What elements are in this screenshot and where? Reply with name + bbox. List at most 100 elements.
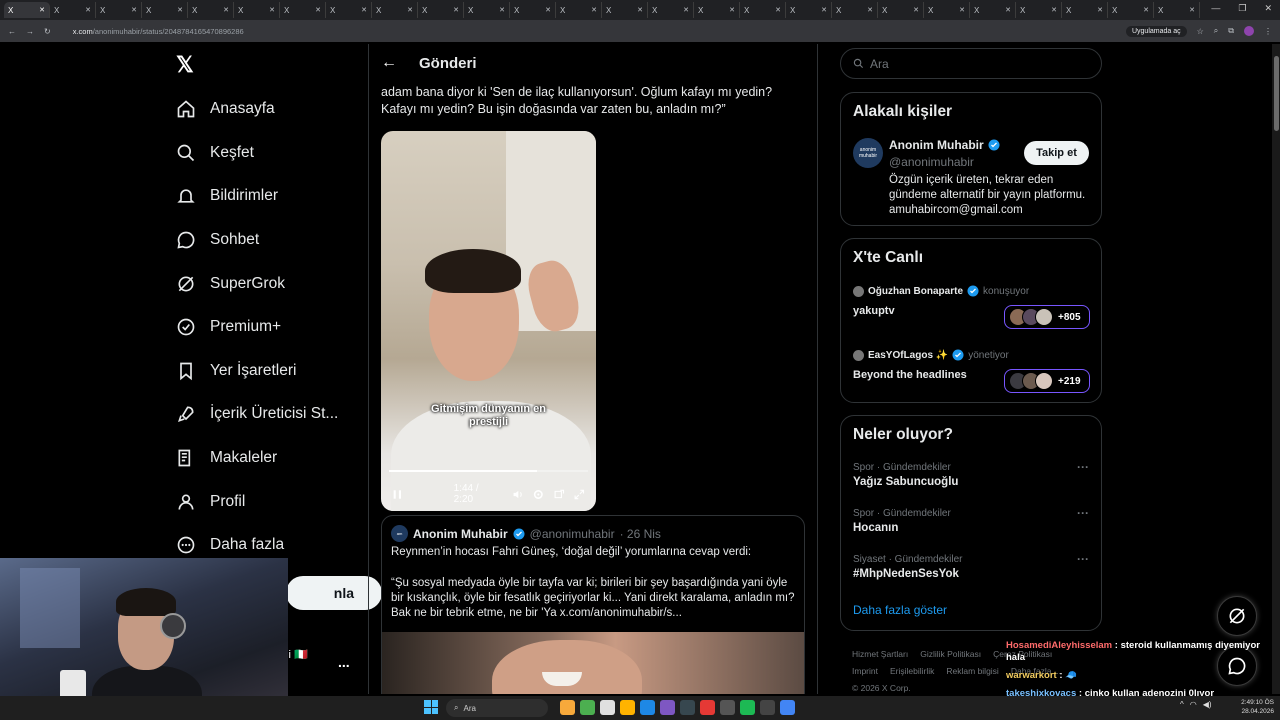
- back-arrow-icon[interactable]: ←: [381, 54, 397, 72]
- video-player[interactable]: Gitmişim dünyanın en prestijli 1:44 / 2:…: [381, 131, 596, 511]
- tab-close-icon[interactable]: ✕: [499, 6, 505, 14]
- pip-icon[interactable]: [553, 488, 566, 501]
- x-logo-icon[interactable]: 𝕏: [176, 52, 194, 78]
- reload-icon[interactable]: ↻: [44, 27, 51, 36]
- browser-tab[interactable]: X ✕: [50, 2, 96, 18]
- tab-close-icon[interactable]: ✕: [821, 6, 827, 14]
- browser-tab[interactable]: X ✕: [280, 2, 326, 18]
- browser-tab[interactable]: X ✕: [832, 2, 878, 18]
- tab-close-icon[interactable]: ✕: [177, 6, 183, 14]
- nav-item[interactable]: Anasayfa: [176, 97, 275, 121]
- scrollbar-track[interactable]: [1272, 44, 1280, 694]
- tab-close-icon[interactable]: ✕: [867, 6, 873, 14]
- nav-item[interactable]: SuperGrok: [176, 272, 285, 296]
- taskbar-app-icon[interactable]: [700, 700, 715, 715]
- menu-icon[interactable]: ⋮: [1264, 27, 1272, 36]
- tab-close-icon[interactable]: ✕: [407, 6, 413, 14]
- browser-tab[interactable]: X ✕: [602, 2, 648, 18]
- browser-tab[interactable]: X ✕: [372, 2, 418, 18]
- tab-close-icon[interactable]: ✕: [1051, 6, 1057, 14]
- windows-start-icon[interactable]: [424, 700, 438, 714]
- taskbar-app-icon[interactable]: [580, 700, 595, 715]
- browser-tab[interactable]: X ✕: [1062, 2, 1108, 18]
- live-space-title[interactable]: yakuptv: [853, 305, 895, 317]
- zoom-icon[interactable]: ⌕: [1214, 26, 1218, 36]
- browser-tab[interactable]: X ✕: [786, 2, 832, 18]
- browser-tab[interactable]: X ✕: [970, 2, 1016, 18]
- trend-item[interactable]: Spor · Gündemdekiler Hocanın: [853, 508, 951, 534]
- live-listeners-pill[interactable]: +805: [1004, 305, 1090, 329]
- browser-tab[interactable]: X ✕: [142, 2, 188, 18]
- browser-tab[interactable]: X ✕: [188, 2, 234, 18]
- back-icon[interactable]: ←: [8, 27, 16, 36]
- browser-tab[interactable]: X ✕: [418, 2, 464, 18]
- tab-close-icon[interactable]: ✕: [315, 6, 321, 14]
- taskbar-app-icon[interactable]: [640, 700, 655, 715]
- nav-item[interactable]: Premium+: [176, 315, 281, 339]
- profile-avatar[interactable]: [1244, 26, 1254, 36]
- browser-tab[interactable]: X ✕: [1016, 2, 1062, 18]
- live-listeners-pill[interactable]: +219: [1004, 369, 1090, 393]
- settings-icon[interactable]: [532, 488, 545, 501]
- taskbar-app-icon[interactable]: [760, 700, 775, 715]
- browser-tab[interactable]: X ✕: [556, 2, 602, 18]
- taskbar-clock[interactable]: 2:49:10 ÖS 28.04.2026: [1238, 698, 1274, 716]
- grok-fab[interactable]: [1217, 596, 1257, 636]
- footer-link[interactable]: © 2026 X Corp.: [852, 683, 911, 693]
- tab-close-icon[interactable]: ✕: [1097, 6, 1103, 14]
- tab-close-icon[interactable]: ✕: [729, 6, 735, 14]
- quoted-author-name[interactable]: Anonim Muhabir: [413, 527, 508, 541]
- tab-close-icon[interactable]: ✕: [1005, 6, 1011, 14]
- nav-item[interactable]: Keşfet: [176, 141, 254, 165]
- tab-close-icon[interactable]: ✕: [39, 6, 45, 14]
- browser-tab[interactable]: X ✕: [1108, 2, 1154, 18]
- browser-tab[interactable]: X ✕: [510, 2, 556, 18]
- browser-tab[interactable]: X ✕: [4, 2, 50, 18]
- browser-tab[interactable]: X ✕: [924, 2, 970, 18]
- nav-item[interactable]: İçerik Üreticisi St...: [176, 402, 338, 426]
- account-more-icon[interactable]: ...: [338, 654, 350, 670]
- trend-item[interactable]: Spor · Gündemdekiler Yağız Sabuncuoğlu: [853, 462, 958, 488]
- nav-item[interactable]: Bildirimler: [176, 184, 278, 208]
- forward-icon[interactable]: →: [26, 27, 34, 36]
- speaker-icon[interactable]: ◀): [1203, 700, 1212, 709]
- taskbar-app-icon[interactable]: [720, 700, 735, 715]
- tab-close-icon[interactable]: ✕: [913, 6, 919, 14]
- avatar[interactable]: anonim muhabir: [853, 138, 883, 168]
- quoted-post[interactable]: am Anonim Muhabir @anonimuhabir · 26 Nis…: [381, 515, 805, 694]
- tab-close-icon[interactable]: ✕: [545, 6, 551, 14]
- spotify-icon[interactable]: [740, 700, 755, 715]
- taskbar-app-icon[interactable]: [660, 700, 675, 715]
- browser-tab[interactable]: X ✕: [464, 2, 510, 18]
- browser-tab[interactable]: X ✕: [326, 2, 372, 18]
- relevant-person-name[interactable]: Anonim Muhabir: [889, 138, 1000, 152]
- fullscreen-icon[interactable]: [573, 488, 586, 501]
- trend-more-icon[interactable]: ···: [1077, 552, 1089, 566]
- browser-tab[interactable]: X ✕: [740, 2, 786, 18]
- taskbar-app-icon[interactable]: [600, 700, 615, 715]
- star-icon[interactable]: ☆: [1197, 27, 1204, 36]
- avatar[interactable]: am: [391, 525, 408, 542]
- tab-close-icon[interactable]: ✕: [361, 6, 367, 14]
- nav-item[interactable]: Profil: [176, 490, 245, 514]
- browser-tab[interactable]: X ✕: [96, 2, 142, 18]
- browser-tab[interactable]: X ✕: [234, 2, 280, 18]
- file-explorer-icon[interactable]: [620, 700, 635, 715]
- browser-tab[interactable]: X ✕: [1154, 2, 1200, 18]
- nav-item[interactable]: Sohbet: [176, 228, 259, 252]
- taskbar-app-icon[interactable]: [560, 700, 575, 715]
- tab-close-icon[interactable]: ✕: [131, 6, 137, 14]
- footer-link[interactable]: Gizlilik Politikası: [920, 649, 981, 659]
- tray-chevron-icon[interactable]: ^: [1180, 700, 1184, 709]
- pause-icon[interactable]: [391, 488, 404, 501]
- trend-item[interactable]: Siyaset · Gündemdekiler #MhpNedenSesYok: [853, 554, 963, 580]
- footer-link[interactable]: Reklam bilgisi: [946, 666, 998, 676]
- tab-close-icon[interactable]: ✕: [85, 6, 91, 14]
- tab-close-icon[interactable]: ✕: [1189, 6, 1195, 14]
- taskbar-app-icon[interactable]: [680, 700, 695, 715]
- footer-link[interactable]: Erişilebilirlik: [890, 666, 934, 676]
- trend-more-icon[interactable]: ···: [1077, 460, 1089, 474]
- nav-item[interactable]: Makaleler: [176, 446, 277, 470]
- tab-close-icon[interactable]: ✕: [683, 6, 689, 14]
- tab-close-icon[interactable]: ✕: [269, 6, 275, 14]
